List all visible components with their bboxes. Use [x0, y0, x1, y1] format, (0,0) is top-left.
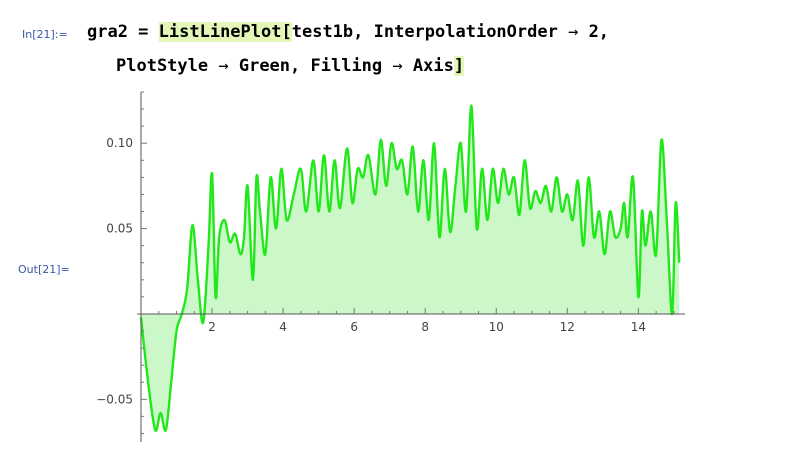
- x-tick-label: 2: [208, 320, 216, 334]
- x-tick-label: 10: [489, 320, 504, 334]
- y-tick-label: −0.05: [96, 392, 133, 406]
- plot-area: [139, 104, 681, 432]
- y-tick-label: 0.10: [106, 136, 133, 150]
- x-tick-label: 4: [279, 320, 287, 334]
- output-plot[interactable]: 2 4 6 8 10 12 14 0.10 0.05 −0.05: [0, 0, 800, 469]
- x-tick-label: 8: [421, 320, 429, 334]
- y-tick-label: 0.05: [106, 222, 133, 236]
- x-tick-label: 12: [560, 320, 575, 334]
- x-tick-label: 14: [631, 320, 646, 334]
- x-tick-label: 6: [350, 320, 358, 334]
